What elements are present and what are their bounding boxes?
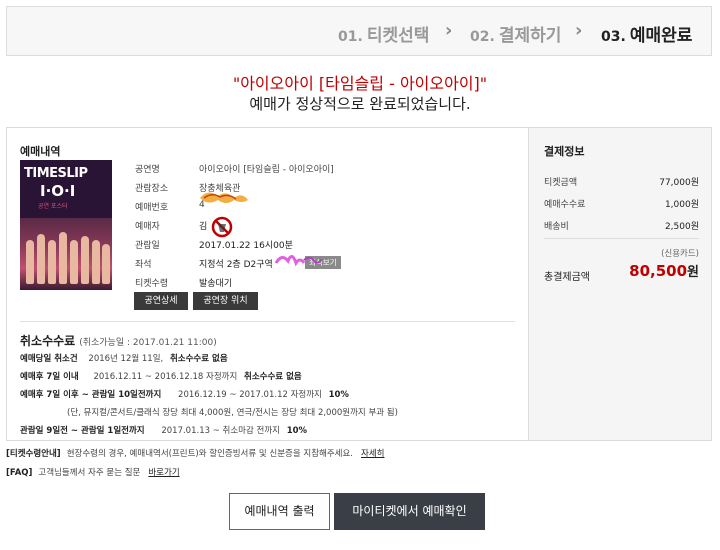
cancel-fee-note: (단, 뮤지컬/콘서트/클래식 장당 최대 4,000원, 연극/전시는 장당 … (67, 408, 398, 418)
step-1: 01. 티켓선택 (338, 26, 430, 46)
payment-method: (신용카드) (661, 249, 699, 259)
cancel-fee-row: 예매후 7일 이내 2016.12.11 ~ 2016.12.18 자정까지 취… (20, 372, 302, 382)
event-poster: TIMESLIP I·O·I 공연 포스터 (20, 160, 112, 290)
redaction-scribble (274, 255, 323, 267)
payment-row-shipping: 배송비 2,500원 (544, 222, 699, 232)
booking-panel: 예매내역 TIMESLIP I·O·I 공연 포스터 공연명 아이오아이 [타임… (6, 127, 712, 441)
faq-link[interactable]: 바로가기 (148, 468, 179, 478)
total-amount: 80,500원 (629, 262, 699, 280)
payment-row-fee: 예매수수료 1,000원 (544, 200, 699, 210)
redaction-scribble (200, 192, 248, 238)
details-link[interactable]: 자세히 (361, 449, 384, 459)
booking-section-title: 예매내역 (20, 145, 61, 158)
step-indicator: 01. 티켓선택 › 02. 결제하기 › 03. 예매완료 (6, 6, 712, 56)
cancel-fee-row: 예매당일 취소건 2016년 12월 11일, 취소수수료 없음 (20, 354, 228, 364)
payment-row-ticket: 티켓금액 77,000원 (544, 178, 699, 188)
venue-location-button[interactable]: 공연장 위치 (193, 292, 258, 310)
payment-info: 결제정보 티켓금액 77,000원 예매수수료 1,000원 배송비 2,500… (528, 128, 711, 440)
print-booking-button[interactable]: 예매내역 출력 (229, 493, 330, 530)
my-ticket-confirm-button[interactable]: 마이티켓에서 예매확인 (334, 493, 485, 530)
ticket-receipt-notice: [티켓수령안내] 현장수령의 경우, 예매내역서(프린트)와 할인증빙서류 및 신… (6, 449, 385, 459)
chevron-right-icon: › (575, 20, 583, 41)
chevron-right-icon: › (445, 20, 453, 41)
faq-notice: [FAQ] 고객님들께서 자주 묻는 질문 바로가기 (6, 468, 180, 478)
payment-section-title: 결제정보 (544, 145, 585, 158)
total-label: 총결제금액 (544, 272, 590, 283)
booking-details: 예매내역 TIMESLIP I·O·I 공연 포스터 공연명 아이오아이 [타임… (7, 128, 528, 440)
event-detail-button[interactable]: 공연상세 (134, 292, 188, 310)
completion-message: 예매가 정상적으로 완료되었습니다. (249, 95, 471, 113)
cancel-fee-title: 취소수수료 (취소가능일 : 2017.01.21 11:00) (20, 334, 217, 348)
divider (544, 238, 699, 239)
event-title-message: "아이오아이 [타임슬립 - 아이오아이]" (232, 74, 488, 93)
step-3-current: 03. 예매완료 (601, 26, 693, 46)
step-2: 02. 결제하기 (470, 26, 562, 46)
cancel-fee-row: 관람일 9일전 ~ 관람일 1일전까지 2017.01.13 ~ 취소마감 전까… (20, 426, 308, 436)
divider (20, 321, 515, 322)
cancel-fee-row: 예매후 7일 이후 ~ 관람일 10일전까지 2016.12.19 ~ 2017… (20, 390, 349, 400)
